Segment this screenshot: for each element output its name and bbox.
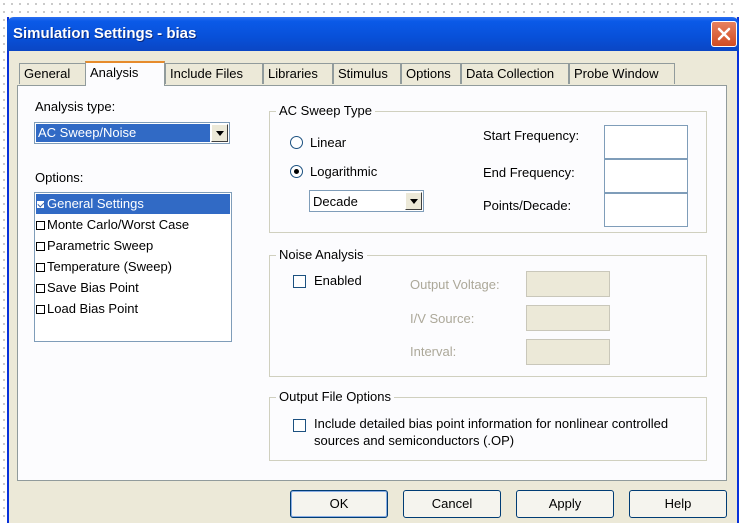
option-save-bias-point[interactable]: Save Bias Point — [36, 278, 230, 298]
tab-data-collection[interactable]: Data Collection — [461, 63, 569, 84]
iv-source-label: I/V Source: — [410, 311, 475, 326]
tab-stimulus[interactable]: Stimulus — [333, 63, 401, 84]
option-temperature-sweep[interactable]: Temperature (Sweep) — [36, 257, 230, 277]
interval-label: Interval: — [410, 344, 457, 359]
dropdown-arrow[interactable] — [211, 124, 228, 142]
tab-options[interactable]: Options — [401, 63, 461, 84]
logarithmic-radio[interactable] — [290, 165, 303, 178]
analysis-type-label: Analysis type: — [35, 99, 116, 114]
title-bar[interactable]: Simulation Settings - bias — [7, 17, 739, 51]
interval-input[interactable] — [526, 339, 610, 365]
include-bias-info-label-line1: Include detailed bias point information … — [314, 416, 669, 431]
linear-radio[interactable] — [290, 136, 303, 149]
start-frequency-label: Start Frequency: — [483, 128, 580, 143]
option-load-bias-point[interactable]: Load Bias Point — [36, 299, 230, 319]
help-button[interactable]: Help — [629, 490, 727, 518]
option-checkbox[interactable] — [36, 221, 45, 230]
options-listbox[interactable]: General Settings Monte Carlo/Worst Case … — [34, 192, 232, 342]
tab-analysis[interactable]: Analysis — [85, 61, 165, 86]
ok-button[interactable]: OK — [290, 490, 388, 518]
start-frequency-input[interactable] — [604, 125, 688, 159]
option-checkbox[interactable] — [36, 200, 45, 209]
option-monte-carlo[interactable]: Monte Carlo/Worst Case — [36, 215, 230, 235]
include-bias-info-label-line2: sources and semiconductors (.OP) — [314, 433, 515, 448]
end-frequency-label: End Frequency: — [483, 165, 575, 180]
points-per-decade-input[interactable] — [604, 193, 688, 227]
noise-analysis-title: Noise Analysis — [276, 247, 367, 262]
include-bias-info-checkbox[interactable] — [293, 419, 306, 432]
chevron-down-icon — [216, 131, 224, 136]
noise-enabled-checkbox[interactable] — [293, 275, 306, 288]
noise-enabled-label: Enabled — [314, 273, 362, 288]
output-file-options-title: Output File Options — [276, 389, 394, 404]
cancel-button[interactable]: Cancel — [403, 490, 501, 518]
options-label: Options: — [35, 170, 84, 185]
option-checkbox[interactable] — [36, 305, 45, 314]
linear-label: Linear — [310, 135, 347, 150]
ac-sweep-type-title: AC Sweep Type — [276, 103, 375, 118]
apply-button[interactable]: Apply — [516, 490, 614, 518]
chevron-down-icon — [410, 199, 418, 204]
tab-general[interactable]: General — [19, 63, 87, 84]
option-checkbox[interactable] — [36, 263, 45, 272]
points-per-decade-label: Points/Decade: — [483, 198, 572, 213]
close-icon — [717, 27, 731, 41]
option-checkbox[interactable] — [36, 242, 45, 251]
end-frequency-input[interactable] — [604, 159, 688, 193]
window-title: Simulation Settings - bias — [13, 25, 197, 42]
analysis-type-select[interactable]: AC Sweep/Noise — [34, 122, 230, 144]
scale-select[interactable]: Decade — [309, 190, 424, 212]
iv-source-input[interactable] — [526, 305, 610, 331]
option-checkbox[interactable] — [36, 284, 45, 293]
option-general-settings[interactable]: General Settings — [36, 194, 230, 214]
output-voltage-label: Output Voltage: — [410, 277, 500, 292]
close-button[interactable] — [711, 21, 737, 47]
output-voltage-input[interactable] — [526, 271, 610, 297]
tab-include-files[interactable]: Include Files — [165, 63, 263, 84]
dropdown-arrow[interactable] — [405, 192, 422, 210]
tab-libraries[interactable]: Libraries — [263, 63, 333, 84]
tab-probe-window[interactable]: Probe Window — [569, 63, 675, 84]
option-parametric-sweep[interactable]: Parametric Sweep — [36, 236, 230, 256]
logarithmic-label: Logarithmic — [310, 164, 378, 179]
